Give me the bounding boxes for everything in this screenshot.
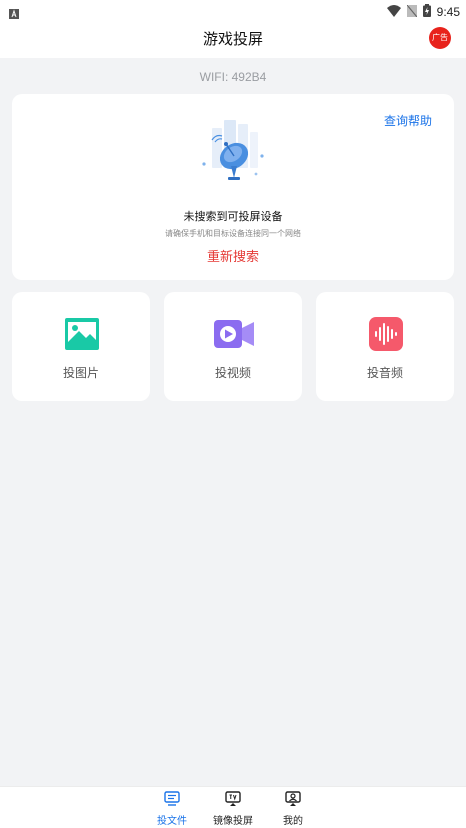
- wifi-icon: [386, 2, 401, 21]
- no-sim-icon: [406, 2, 418, 21]
- audio-icon: [369, 317, 403, 351]
- status-bar: 9:45: [0, 0, 466, 20]
- bottom-nav: 投文件 镜像投屏 我的: [0, 786, 466, 828]
- nav-item-mirror[interactable]: 镜像投屏: [203, 790, 263, 828]
- nav-label-cast-file: 投文件: [157, 816, 187, 827]
- nav-label-mirror: 镜像投屏: [213, 816, 253, 827]
- profile-icon: [285, 791, 301, 807]
- search-status-title: 未搜索到可投屏设备: [183, 210, 283, 223]
- status-time: 9:45: [436, 4, 460, 19]
- battery-charging-icon: [422, 2, 431, 21]
- app-header: 游戏投屏 广告: [0, 20, 466, 58]
- cast-image-button[interactable]: 投图片: [12, 292, 150, 401]
- wifi-name: WIFI: 492B4: [199, 70, 267, 84]
- image-icon: [65, 318, 99, 350]
- device-search-card: 查询帮助 未搜索到可投屏设备 请确保手机和目标设备连接同一个网络 重新搜索: [12, 94, 454, 280]
- cast-audio-label: 投音频: [366, 366, 403, 380]
- nav-label-profile: 我的: [283, 816, 303, 827]
- page-title: 游戏投屏: [202, 30, 263, 48]
- status-icons: 9:45: [386, 2, 460, 21]
- cast-image-label: 投图片: [62, 366, 99, 380]
- search-status-hint: 请确保手机和目标设备连接同一个网络: [165, 229, 301, 238]
- cast-video-button[interactable]: 投视频: [164, 292, 302, 401]
- cast-audio-button[interactable]: 投音频: [316, 292, 454, 401]
- retry-search-button[interactable]: 重新搜索: [183, 248, 283, 268]
- file-cast-icon: [164, 791, 180, 807]
- cast-video-label: 投视频: [214, 366, 251, 380]
- nav-item-profile[interactable]: 我的: [263, 790, 323, 828]
- nav-item-cast-file[interactable]: 投文件: [142, 790, 202, 828]
- ad-badge[interactable]: 广告: [429, 27, 451, 49]
- tv-mirror-icon: [225, 791, 241, 807]
- help-link[interactable]: 查询帮助: [384, 112, 432, 129]
- video-icon: [214, 318, 254, 350]
- satellite-dish-icon: [198, 120, 268, 184]
